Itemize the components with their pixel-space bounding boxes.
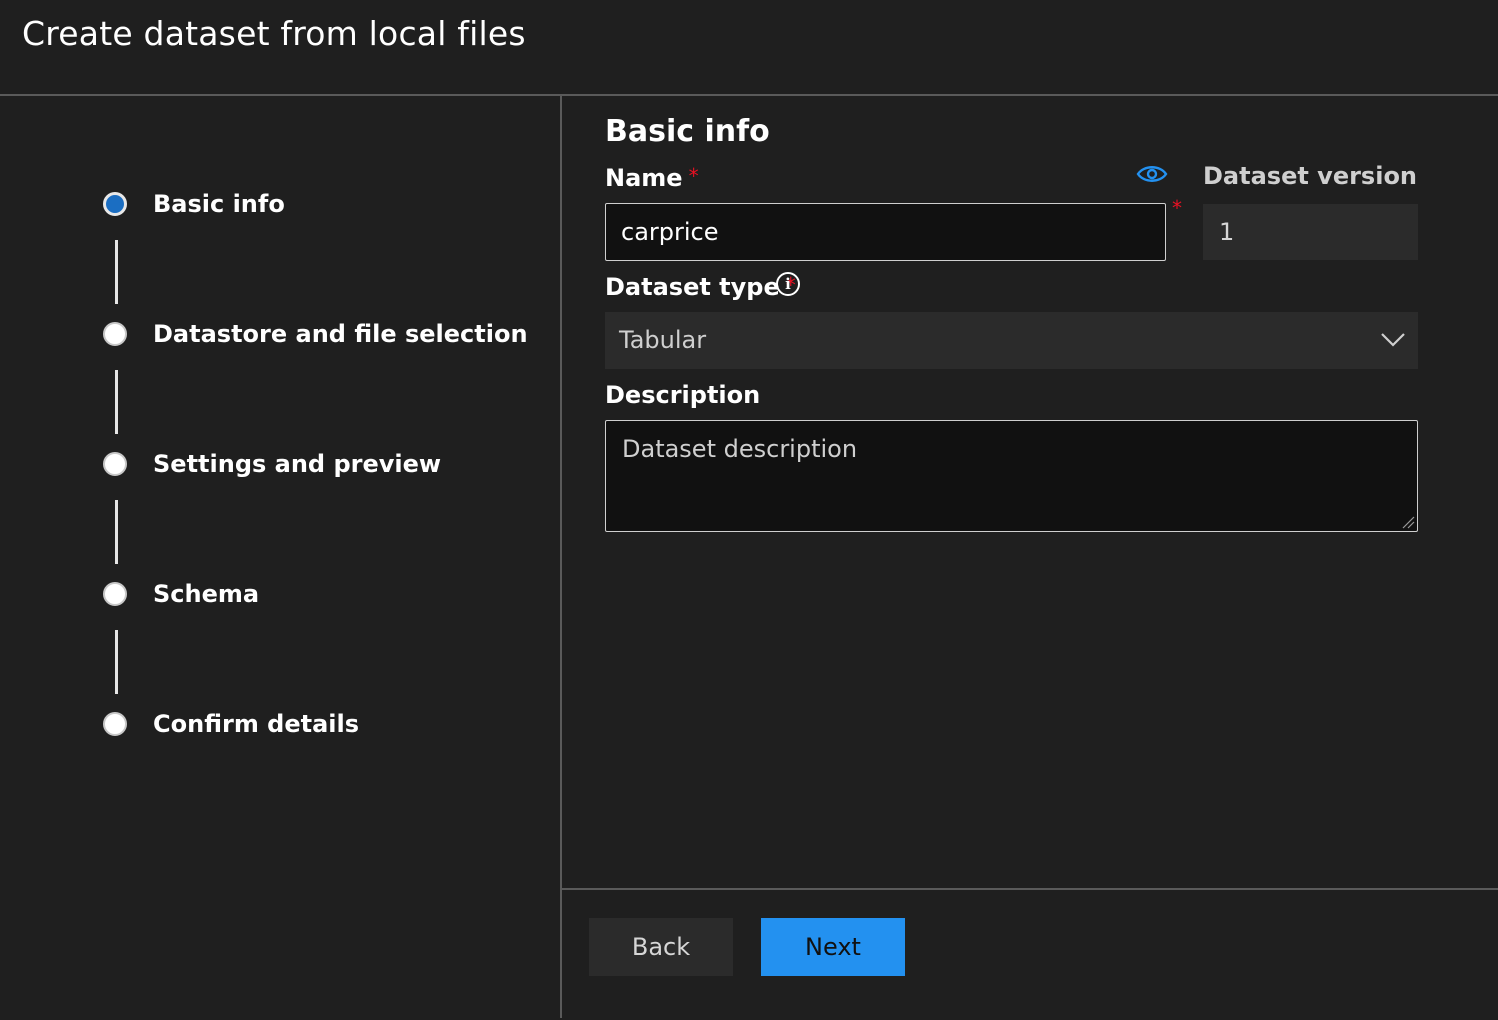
resize-handle-icon[interactable] bbox=[1401, 515, 1415, 529]
name-label-text: Name bbox=[605, 164, 683, 192]
chevron-down-icon bbox=[1381, 333, 1405, 347]
dataset-type-label: Dataset type * bbox=[605, 273, 796, 301]
step-connector bbox=[115, 370, 118, 434]
step-label: Confirm details bbox=[153, 710, 360, 738]
dataset-type-label-text: Dataset type bbox=[605, 273, 780, 301]
step-connector bbox=[115, 500, 118, 564]
section-title: Basic info bbox=[605, 114, 770, 149]
form-panel: Basic info Name * carprice * Dataset vers… bbox=[562, 96, 1498, 888]
dialog-header: Create dataset from local files bbox=[0, 0, 1498, 96]
step-label: Settings and preview bbox=[153, 450, 442, 478]
next-button[interactable]: Next bbox=[761, 918, 905, 976]
step-connector bbox=[115, 630, 118, 694]
dataset-type-select[interactable]: Tabular bbox=[605, 312, 1418, 369]
step-indicator bbox=[103, 452, 127, 476]
name-label: Name * bbox=[605, 164, 699, 192]
step-label: Schema bbox=[153, 580, 260, 608]
step-indicator-active bbox=[103, 192, 127, 216]
description-label: Description bbox=[605, 381, 761, 409]
eye-icon[interactable] bbox=[1136, 163, 1168, 185]
description-placeholder: Dataset description bbox=[622, 435, 858, 463]
required-marker: * bbox=[1172, 196, 1182, 220]
dataset-version-label: Dataset version bbox=[1203, 162, 1418, 190]
step-label: Basic info bbox=[153, 190, 285, 218]
step-label: Datastore and file selection bbox=[153, 320, 528, 348]
step-indicator bbox=[103, 712, 127, 736]
description-textarea[interactable]: Dataset description bbox=[605, 420, 1418, 532]
step-indicator bbox=[103, 322, 127, 346]
dataset-type-value: Tabular bbox=[619, 326, 707, 354]
required-marker: * bbox=[688, 164, 699, 188]
step-connector bbox=[115, 240, 118, 304]
dataset-version-input: 1 bbox=[1203, 204, 1418, 260]
dialog-footer: Back Next bbox=[562, 888, 1498, 1020]
wizard-steps: Basic info Datastore and file selection … bbox=[0, 96, 562, 1018]
step-indicator bbox=[103, 582, 127, 606]
back-button[interactable]: Back bbox=[589, 918, 733, 976]
name-input[interactable]: carprice bbox=[605, 203, 1166, 261]
info-icon[interactable]: i bbox=[776, 272, 800, 296]
page-title: Create dataset from local files bbox=[22, 14, 526, 53]
